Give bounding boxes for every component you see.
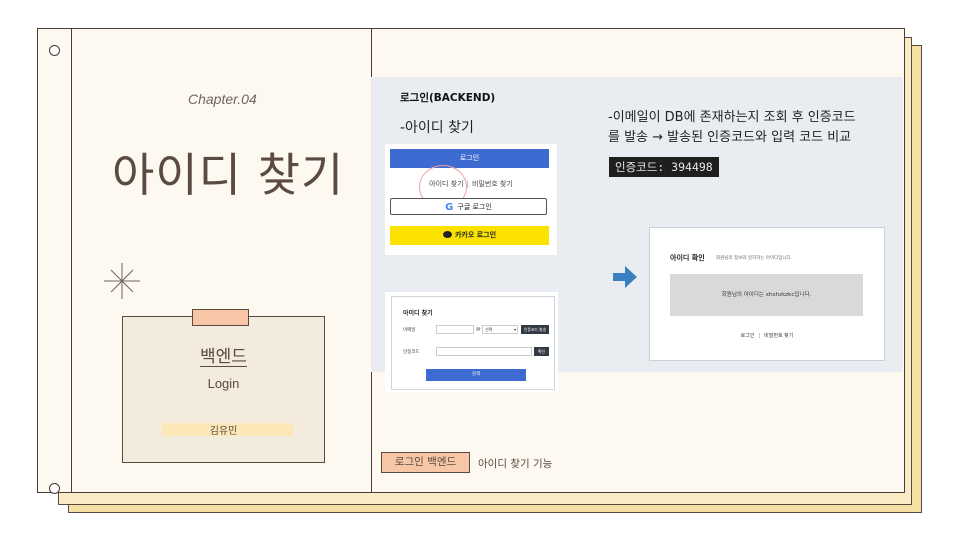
domain-select[interactable]: 선택 ▾ [482, 325, 518, 334]
login-button[interactable]: 로그인 [390, 149, 549, 168]
find-id-screenshot: 아이디 찾기 이메일 @ 선택 ▾ 인증코드 발송 인증코드 확인 검색 [385, 292, 558, 392]
notebook-slide: Chapter.04 아이디 찾기 백엔드 Login 김유민 로그인(BACK… [37, 28, 905, 494]
description-line: -이메일이 DB에 존재하는지 조회 후 인증코드 [608, 110, 856, 125]
card-title: 백엔드 [200, 347, 247, 367]
link-separator: | [758, 333, 761, 339]
domain-select-value: 선택 [485, 327, 493, 332]
find-password-link[interactable]: 비밀번호 찾기 [472, 180, 513, 188]
result-description: 회원님의 정보와 일치하는 아이디입니다. [716, 256, 793, 261]
footer-text: 아이디 찾기 기능 [478, 458, 553, 470]
login-links: 아이디 찾기 | 비밀번호 찾기 [385, 179, 557, 189]
notebook-binding [38, 29, 72, 494]
panel-subheading: -아이디 찾기 [400, 120, 474, 136]
email-input[interactable] [436, 325, 474, 334]
find-password-link[interactable]: 비밀번호 찾기 [764, 333, 793, 339]
search-button[interactable]: 검색 [426, 369, 526, 381]
at-sign: @ [476, 327, 481, 332]
result-links: 로그인 | 비밀번호 찾기 [650, 332, 884, 339]
login-link[interactable]: 로그인 [741, 333, 755, 339]
description-line: 를 발송 → 발송된 인증코드와 입력 코드 비교 [608, 130, 852, 145]
login-screenshot: 로그인 아이디 찾기 | 비밀번호 찾기 G 구글 로그인 카카오 로그인 [385, 144, 557, 255]
card-subtitle: Login [207, 376, 240, 391]
panel-heading: 로그인(BACKEND) [400, 92, 496, 104]
content-panel: 로그인(BACKEND) -아이디 찾기 -이메일이 DB에 존재하는지 조회 … [371, 77, 903, 392]
code-label: 인증코드 [403, 350, 420, 355]
kakao-chat-icon [442, 231, 452, 238]
google-login-button[interactable]: G 구글 로그인 [390, 198, 547, 215]
chevron-down-icon: ▾ [513, 327, 516, 332]
info-card: 백엔드 Login 김유민 [122, 316, 325, 463]
kakao-login-button[interactable]: 카카오 로그인 [390, 226, 549, 245]
google-login-label: 구글 로그인 [457, 203, 492, 211]
panel-description: -이메일이 DB에 존재하는지 조회 후 인증코드 를 발송 → 발송된 인증코… [608, 108, 898, 148]
email-label: 이메일 [403, 328, 416, 333]
find-id-form: 아이디 찾기 이메일 @ 선택 ▾ 인증코드 발송 인증코드 확인 검색 [391, 296, 555, 390]
binding-hole-icon [49, 45, 60, 56]
confirm-button[interactable]: 확인 [534, 347, 549, 356]
binding-hole-icon [49, 483, 60, 494]
result-title: 아이디 확인 [670, 254, 705, 262]
footer-tag: 로그인 백엔드 [381, 452, 470, 473]
chapter-label: Chapter.04 [188, 91, 257, 107]
sparkle-icon [104, 263, 140, 299]
result-screenshot: 아이디 확인 회원님의 정보와 일치하는 아이디입니다. 회원님의 아이디는 x… [649, 227, 885, 361]
send-code-button[interactable]: 인증코드 발송 [521, 325, 549, 334]
arrow-right-icon [613, 266, 637, 288]
verification-code-label: 인증코드: 394498 [609, 157, 719, 177]
code-input[interactable] [436, 347, 532, 356]
kakao-login-label: 카카오 로그인 [454, 231, 497, 239]
tape-decoration [192, 309, 249, 326]
find-id-title: 아이디 찾기 [403, 310, 433, 317]
result-message: 회원님의 아이디는 xhxhzkzkc입니다. [670, 274, 863, 316]
page-title: 아이디 찾기 [112, 148, 345, 202]
card-author: 김유민 [209, 426, 238, 437]
google-icon: G [445, 202, 454, 213]
